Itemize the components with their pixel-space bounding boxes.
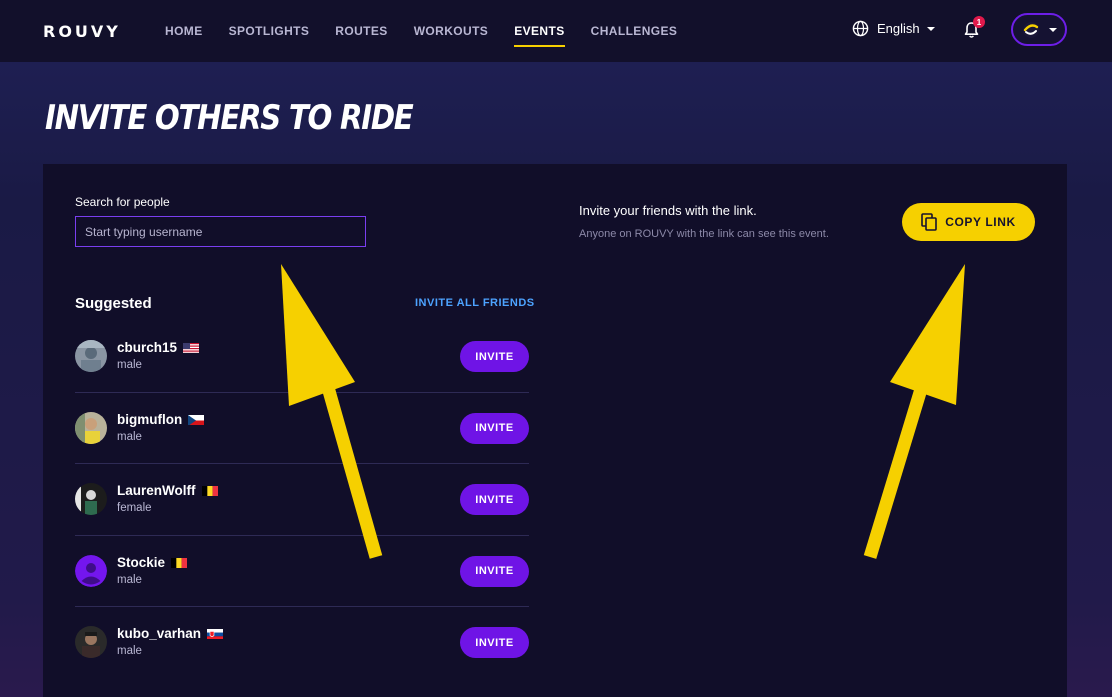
us-flag-icon [183, 342, 200, 353]
avatar[interactable] [75, 483, 107, 515]
username-text: bigmuflon [117, 411, 183, 427]
be-flag-icon [171, 557, 188, 568]
gender-text: male [117, 430, 142, 443]
username-text: kubo_varhan [117, 626, 202, 641]
list-item: cburch15 male INVITE [75, 321, 529, 393]
invite-button[interactable]: INVITE [460, 484, 529, 515]
globe-icon [852, 20, 869, 37]
chevron-down-icon [926, 26, 935, 31]
list-item: kubo_varhan male INVITE [75, 607, 529, 679]
language-label: English [877, 21, 920, 36]
user-avatar-icon [1023, 21, 1039, 38]
profile-menu-button[interactable] [1011, 13, 1067, 46]
nav-link-spotlights[interactable]: SPOTLIGHTS [229, 0, 310, 62]
search-input[interactable] [75, 216, 366, 247]
gender-text: male [117, 359, 142, 371]
username-text: LaurenWolff [117, 483, 196, 498]
invite-button[interactable]: INVITE [460, 412, 529, 444]
username[interactable]: kubo_varhan [117, 626, 224, 641]
default-user-icon [75, 554, 107, 587]
be-flag-icon [201, 485, 218, 496]
sk-flag-icon [207, 628, 224, 639]
rouvy-logo[interactable]: ROUVY [43, 22, 121, 41]
avatar[interactable] [75, 340, 107, 372]
chevron-down-icon [1049, 27, 1057, 32]
notification-badge: 1 [973, 16, 985, 28]
nav-link-challenges[interactable]: CHALLENGES [591, 0, 678, 62]
gender-text: male [117, 573, 142, 586]
share-link-subtitle: Anyone on ROUVY with the link can see th… [579, 228, 829, 240]
share-link-title: Invite your friends with the link. [579, 203, 757, 218]
nav-link-routes[interactable]: ROUTES [335, 0, 387, 62]
nav-links: HOME SPOTLIGHTS ROUTES WORKOUTS EVENTS C… [165, 0, 703, 62]
suggested-people-list: cburch15 male INVITE bigmuflon male INVI… [75, 321, 529, 679]
nav-link-events[interactable]: EVENTS [514, 0, 566, 62]
username-text: cburch15 [117, 340, 178, 355]
language-selector[interactable]: English [852, 20, 935, 37]
gender-text: female [117, 502, 152, 514]
search-label: Search for people [75, 195, 170, 209]
invite-button[interactable]: INVITE [460, 341, 529, 372]
username[interactable]: LaurenWolff [117, 483, 218, 498]
avatar[interactable] [75, 411, 107, 444]
invite-button[interactable]: INVITE [460, 555, 529, 587]
copy-link-button[interactable]: COPY LINK [902, 203, 1035, 241]
invite-button[interactable]: INVITE [460, 627, 529, 658]
gender-text: male [117, 645, 142, 657]
suggested-heading: Suggested [75, 295, 152, 312]
invite-all-friends-link[interactable]: INVITE ALL FRIENDS [415, 297, 535, 309]
username[interactable]: Stockie [117, 554, 188, 570]
username[interactable]: bigmuflon [117, 411, 205, 427]
cz-flag-icon [188, 414, 205, 425]
top-navigation: ROUVY HOME SPOTLIGHTS ROUTES WORKOUTS EV… [0, 0, 1112, 62]
copy-link-label: COPY LINK [945, 215, 1016, 229]
list-item: Stockie male INVITE [75, 536, 529, 607]
list-item: LaurenWolff female INVITE [75, 464, 529, 536]
username[interactable]: cburch15 [117, 340, 200, 355]
page-title: INVITE OTHERS TO RIDE [45, 98, 414, 138]
username-text: Stockie [117, 554, 166, 570]
copy-icon [921, 213, 938, 231]
nav-link-home[interactable]: HOME [165, 0, 203, 62]
avatar[interactable] [75, 554, 107, 587]
nav-link-workouts[interactable]: WORKOUTS [414, 0, 489, 62]
invite-panel: Search for people Suggested INVITE ALL F… [43, 164, 1067, 697]
list-item: bigmuflon male INVITE [75, 393, 529, 464]
avatar[interactable] [75, 626, 107, 658]
